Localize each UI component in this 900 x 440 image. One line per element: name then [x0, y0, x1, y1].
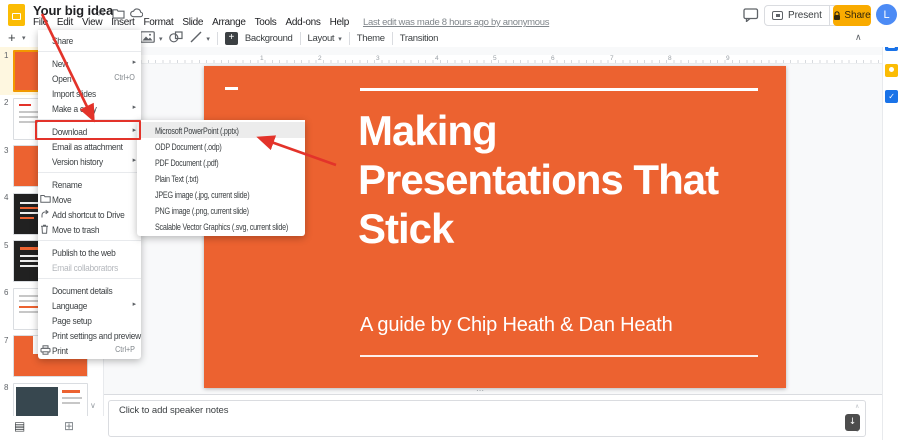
submenu-arrow-icon: ▸: [133, 297, 136, 312]
transition-button[interactable]: Transition: [400, 33, 438, 44]
menu-item-open[interactable]: OpenCtrl+O: [38, 70, 141, 85]
keep-icon[interactable]: [885, 64, 898, 77]
printer-icon: [40, 342, 51, 357]
menu-item-new[interactable]: New▸: [38, 55, 141, 70]
slide-bottom-rule: [360, 355, 758, 357]
notes-toggle-button[interactable]: ↓: [845, 414, 860, 431]
thumb-number: 6: [4, 288, 8, 297]
menu-item-move-to-trash[interactable]: Move to trash: [38, 221, 141, 236]
menu-item-version-history[interactable]: Version history▸: [38, 153, 141, 168]
slide-thumbnail-8[interactable]: [13, 383, 88, 419]
trash-icon: [40, 221, 51, 236]
comment-icon[interactable]: [743, 8, 759, 27]
thumb-number: 4: [4, 193, 8, 202]
submenu-item-jpeg[interactable]: JPEG image (.jpg, current slide): [137, 186, 305, 202]
share-button[interactable]: Share: [833, 5, 871, 26]
menu-edit[interactable]: Edit: [57, 17, 73, 28]
submenu-item-odp[interactable]: ODP Document (.odp): [137, 138, 305, 154]
menu-arrange[interactable]: Arrange: [212, 17, 245, 28]
menu-item-email-collaborators: Email collaborators: [38, 259, 141, 274]
thumb-number: 1: [4, 51, 8, 60]
speaker-notes-placeholder: Click to add speaker notes: [119, 405, 228, 416]
move-folder-icon: [40, 191, 51, 206]
thumbnails-scroll-down-icon[interactable]: ∨: [90, 401, 96, 410]
menu-item-language[interactable]: Language▸: [38, 297, 141, 312]
slide-top-rule: [360, 88, 758, 91]
menu-bar: File Edit View Insert Format Slide Arran…: [33, 17, 549, 28]
new-slide-caret-icon[interactable]: ▾: [22, 34, 25, 42]
lock-icon: [833, 11, 841, 21]
menu-item-move[interactable]: Move: [38, 191, 141, 206]
menu-tools[interactable]: Tools: [255, 17, 277, 28]
slide-title-textbox[interactable]: Making Presentations That Stick: [358, 106, 808, 253]
thumb-number: 3: [4, 146, 8, 155]
filmstrip-footer: ▤ ⊞: [0, 416, 104, 440]
submenu-item-png[interactable]: PNG image (.png, current slide): [137, 202, 305, 218]
drive-shortcut-icon: [40, 206, 51, 221]
image-caret-icon[interactable]: ▾: [159, 35, 162, 43]
tasks-icon[interactable]: ✓: [885, 90, 898, 103]
filmstrip-view-icon[interactable]: ▤: [14, 419, 25, 433]
menu-item-rename[interactable]: Rename: [38, 176, 141, 191]
slides-logo-icon[interactable]: [8, 4, 25, 26]
insert-line-icon[interactable]: [190, 30, 202, 48]
annotation-box-download: [35, 120, 141, 140]
thumb-number: 2: [4, 98, 8, 107]
menu-item-email-as-attachment[interactable]: Email as attachment: [38, 138, 141, 153]
menu-view[interactable]: View: [82, 17, 102, 28]
grid-view-icon[interactable]: ⊞: [64, 419, 74, 433]
menu-item-print[interactable]: PrintCtrl+P: [38, 342, 141, 357]
new-slide-button[interactable]: +: [8, 30, 16, 45]
background-button[interactable]: Background: [245, 33, 293, 44]
submenu-arrow-icon: ▸: [133, 100, 136, 115]
avatar[interactable]: L: [876, 4, 897, 25]
insert-shape-icon[interactable]: [169, 30, 183, 48]
menu-item-import-slides[interactable]: Import slides: [38, 85, 141, 100]
notes-scroll-up-icon[interactable]: ∧: [855, 403, 859, 410]
horizontal-ruler: 1 2 3 4 5 6 7 8 9: [104, 55, 882, 64]
insert-text-box-icon[interactable]: +: [225, 32, 238, 45]
menu-item-publish-to-the-web[interactable]: Publish to the web: [38, 244, 141, 259]
menu-item-make-a-copy[interactable]: Make a copy▸: [38, 100, 141, 115]
menu-item-share[interactable]: Share: [38, 32, 141, 47]
google-slides-app: Your big idea ☆ File Edit View Insert Fo…: [0, 0, 900, 440]
layout-button[interactable]: Layout: [308, 33, 335, 44]
present-icon: [772, 11, 783, 20]
menu-item-document-details[interactable]: Document details: [38, 282, 141, 297]
collapse-toolbar-icon[interactable]: ∧: [855, 33, 862, 43]
submenu-arrow-icon: ▸: [133, 153, 136, 168]
submenu-item-txt[interactable]: Plain Text (.txt): [137, 170, 305, 186]
menu-addons[interactable]: Add-ons: [285, 17, 320, 28]
menu-help[interactable]: Help: [330, 17, 349, 28]
speaker-notes-box[interactable]: Click to add speaker notes ∧ ∨ ↓: [108, 400, 866, 437]
notes-resize-handle[interactable]: ⋯: [476, 386, 485, 395]
submenu-item-pptx[interactable]: Microsoft PowerPoint (.pptx): [137, 122, 305, 138]
speaker-notes-area: Click to add speaker notes ∧ ∨ ↓: [104, 394, 882, 440]
line-caret-icon[interactable]: ▾: [206, 35, 209, 43]
top-bar: Your big idea ☆ File Edit View Insert Fo…: [0, 0, 900, 30]
slide-subtitle-textbox[interactable]: A guide by Chip Heath & Dan Heath: [360, 314, 780, 337]
menu-item-print-settings-and-preview[interactable]: Print settings and preview: [38, 327, 141, 342]
menu-slide[interactable]: Slide: [182, 17, 203, 28]
download-submenu: Microsoft PowerPoint (.pptx) ODP Documen…: [137, 120, 305, 236]
thumb-number: 7: [4, 336, 8, 345]
last-edit-link[interactable]: Last edit was made 8 hours ago by anonym…: [363, 17, 549, 28]
submenu-item-pdf[interactable]: PDF Document (.pdf): [137, 154, 305, 170]
slide-accent-dash: [225, 87, 238, 90]
menu-item-page-setup[interactable]: Page setup: [38, 312, 141, 327]
menu-file[interactable]: File: [33, 17, 48, 28]
submenu-arrow-icon: ▸: [133, 55, 136, 70]
insert-image-icon[interactable]: [140, 30, 155, 48]
layout-caret-icon[interactable]: ▾: [338, 35, 341, 43]
theme-button[interactable]: Theme: [357, 33, 385, 44]
menu-format[interactable]: Format: [143, 17, 173, 28]
menu-insert[interactable]: Insert: [111, 17, 134, 28]
menu-item-add-shortcut-to-drive[interactable]: Add shortcut to Drive: [38, 206, 141, 221]
side-panel-rail: ✓: [882, 30, 900, 440]
submenu-item-svg[interactable]: Scalable Vector Graphics (.svg, current …: [137, 218, 305, 234]
thumb-number: 5: [4, 241, 8, 250]
thumb-number: 8: [4, 383, 8, 392]
file-menu: Share New▸ OpenCtrl+O Import slides Make…: [38, 30, 141, 359]
